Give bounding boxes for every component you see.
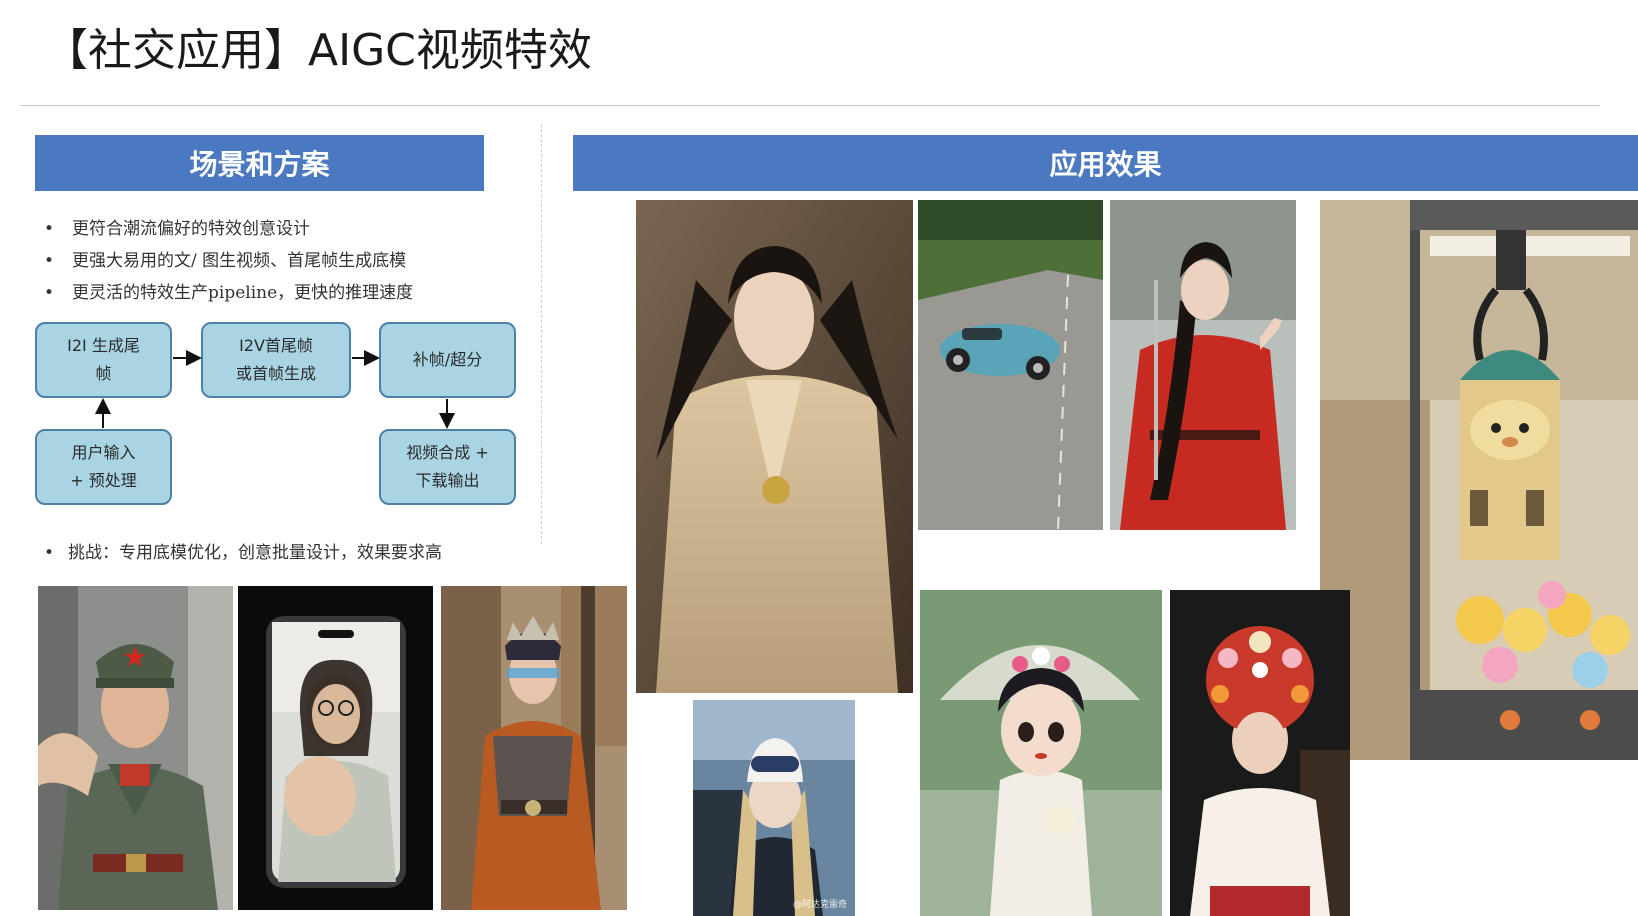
flow-box-user-input: 用户输入 + 预处理 [35,429,172,505]
bullet-item: 更灵活的特效生产pipeline，更快的推理速度 [44,277,413,309]
flow-box-i2v-line-1: I2V首尾帧 [239,336,313,355]
scenario-bullets: 更符合潮流偏好的特效创意设计 更强大易用的文/ 图生视频、首尾帧生成底模 更灵活… [44,213,413,309]
flow-box-video-synthesis: 视频合成 + 下载输出 [379,429,516,505]
bullet-item: 更强大易用的文/ 图生视频、首尾帧生成底模 [44,245,413,277]
scenario-header: 场景和方案 [35,135,484,191]
title-divider [20,105,1600,106]
watermark-text: @阿达克雷奇 [792,900,847,910]
photo-skier: @阿达克雷奇 [693,700,855,916]
photo-golden-hanfu [636,200,913,693]
flow-box-i2i: I2I 生成尾帧 [35,322,172,398]
photo-soldier [38,586,233,910]
photo-phone-selfie [238,586,433,910]
flow-box-i2i-line-2: 帧 [95,364,112,383]
flow-box-i2i-line-1: I2I 生成尾 [67,336,140,355]
challenge-note: 挑战：专用底模优化，创意批量设计，效果要求高 [44,538,442,563]
flow-box-sr-label: 补帧/超分 [412,350,483,369]
results-header: 应用效果 [573,135,1638,191]
flow-box-super-resolution: 补帧/超分 [379,322,516,398]
flow-box-synth-line-2: 下载输出 [415,471,480,490]
bullet-item: 更符合潮流偏好的特效创意设计 [44,213,413,245]
photo-claw-machine [1320,200,1638,760]
flow-box-i2v-line-2: 或首帧生成 [235,364,316,383]
photo-armor-costume [441,586,627,910]
page-title: 【社交应用】AIGC视频特效 [44,25,592,76]
photo-opera-doll [920,590,1162,916]
photo-floral-headdress [1170,590,1350,916]
flow-box-input-line-1: 用户输入 [71,443,136,462]
photo-blue-car [918,200,1103,530]
flow-box-i2v: I2V首尾帧 或首帧生成 [201,322,351,398]
flow-box-input-line-2: + 预处理 [70,471,137,490]
flow-box-synth-line-1: 视频合成 + [406,443,489,462]
section-divider [541,124,542,544]
photo-red-hanfu [1110,200,1296,530]
